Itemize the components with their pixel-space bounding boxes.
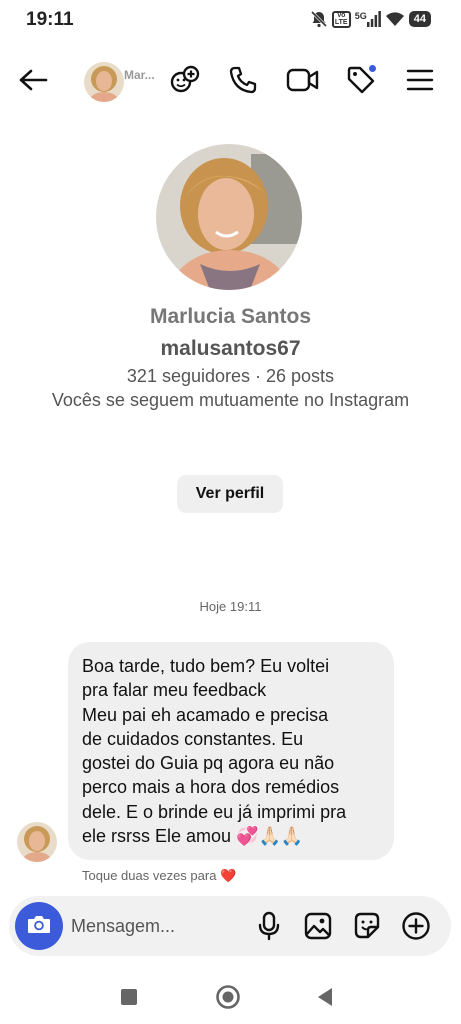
header-contact-name[interactable]: Mar... [124,68,155,82]
tag-icon[interactable] [343,62,379,98]
profile-username: malusantos67 [160,337,301,360]
system-nav-bar [0,970,461,1024]
profile-avatar[interactable] [156,144,302,290]
mute-bell-icon [310,10,328,28]
microphone-icon[interactable] [251,908,287,944]
profile-name: Marlucia Santos [149,305,312,328]
phone-icon[interactable] [225,62,261,98]
back-icon[interactable] [308,980,342,1014]
status-bar: 19:11 Vo LTE 5G 44 [0,0,461,40]
sticker-icon[interactable] [349,908,385,944]
message-line: ele rsrss Ele amou 💞🙏🏻🙏🏻 [82,826,304,847]
volte-icon: Vo LTE [331,10,351,28]
gallery-icon[interactable] [300,908,336,944]
battery-icon: 44 [408,11,431,27]
message-line: pra falar meu feedback [82,680,267,701]
menu-icon[interactable] [402,62,438,98]
home-icon[interactable] [211,980,245,1014]
message-line: Boa tarde, tudo bem? Eu voltei [82,656,330,676]
message-line: gostei do Guia pq agora eu não [82,753,335,774]
camera-button[interactable] [15,902,63,950]
message-line: perco mais a hora dos remédios [82,777,340,798]
sender-avatar[interactable] [17,822,57,862]
mutual-follow-text: Vocês se seguem mutuamente no Instagram [51,390,410,410]
message-bubble[interactable]: Boa tarde, tudo bem? Eu voltei pra falar… [68,642,394,860]
network-type-label: 5G [354,11,367,21]
header-avatar[interactable] [84,62,124,102]
message-line: de cuidados constantes. Eu [82,728,304,749]
notification-dot [368,64,377,73]
recents-icon[interactable] [112,980,146,1014]
video-icon[interactable] [285,62,321,98]
back-arrow-icon[interactable] [15,62,51,98]
message-timestamp: Hoje 19:11 [199,599,262,614]
profile-stats: 321 seguidores · 26 posts [126,366,335,386]
message-composer [9,896,451,956]
camera-icon [26,913,52,940]
wifi-icon [385,10,405,28]
view-profile-button[interactable]: Ver perfil [177,475,283,513]
status-icons: Vo LTE 5G 44 [310,10,431,28]
signal-icon: 5G [355,10,381,28]
status-time: 19:11 [26,9,74,30]
chat-header: Mar... [0,48,461,118]
reaction-hint: Toque duas vezes para ❤️ [82,868,237,883]
plus-icon[interactable] [398,908,434,944]
message-line: dele. E o brinde eu já imprimi pra [82,801,347,822]
message-line: Meu pai eh acamado e precisa [82,704,329,725]
add-people-icon[interactable] [167,62,203,98]
message-input[interactable] [71,911,241,941]
